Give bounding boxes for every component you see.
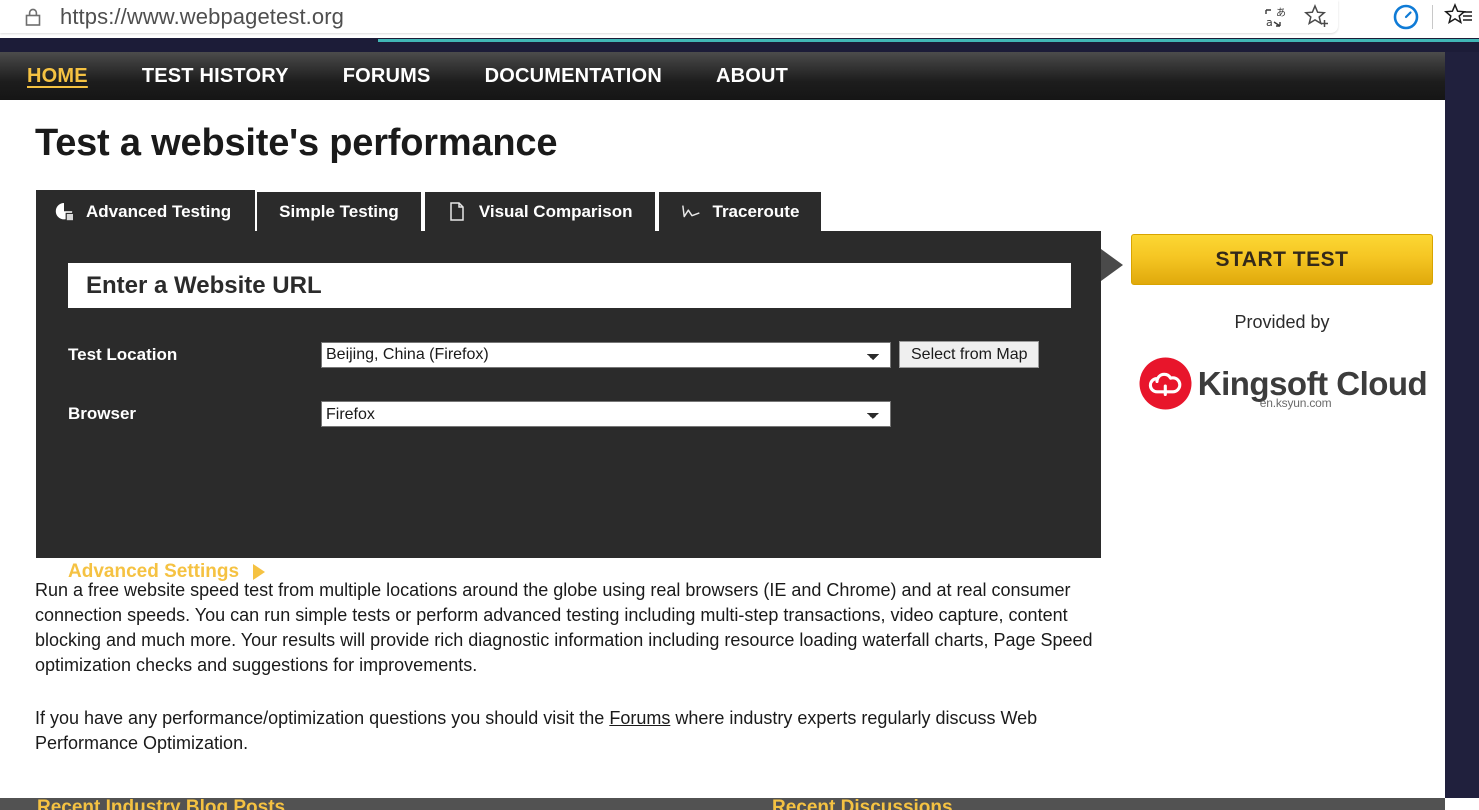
- select-from-map-button[interactable]: Select from Map: [899, 341, 1039, 368]
- paragraph2-before: If you have any performance/optimization…: [35, 708, 609, 728]
- test-location-row: Test Location Beijing, China (Firefox) S…: [68, 341, 1039, 368]
- tab-simple-testing[interactable]: Simple Testing: [255, 190, 423, 231]
- nav-item-about[interactable]: ABOUT: [715, 63, 789, 90]
- testing-mode-tabs: Advanced Testing Simple Testing Visual C…: [36, 190, 823, 231]
- tab-label: Advanced Testing: [86, 202, 231, 222]
- browser-label: Browser: [68, 404, 321, 424]
- svg-text:あ: あ: [1276, 7, 1286, 19]
- recent-discussions-heading: Recent Discussions: [772, 798, 953, 810]
- toolbar-divider: [1432, 5, 1433, 29]
- nav-item-test-history[interactable]: TEST HISTORY: [141, 63, 290, 90]
- main-navigation: HOME TEST HISTORY FORUMS DOCUMENTATION A…: [0, 52, 1479, 100]
- test-location-label: Test Location: [68, 345, 321, 365]
- tab-label: Traceroute: [713, 202, 800, 222]
- intro-copy: Run a free website speed test from multi…: [35, 578, 1103, 784]
- intro-paragraph-1: Run a free website speed test from multi…: [35, 578, 1103, 678]
- website-url-input[interactable]: [68, 263, 1071, 308]
- tab-label: Visual Comparison: [479, 202, 633, 222]
- tab-traceroute[interactable]: Traceroute: [657, 190, 824, 231]
- browser-row: Browser Firefox: [68, 401, 891, 427]
- page-title: Test a website's performance: [35, 122, 557, 165]
- bottom-sections-bar: Recent Industry Blog Posts Recent Discus…: [0, 798, 1445, 810]
- omnibox-icon-group: a あ: [1258, 0, 1338, 33]
- tab-label: Simple Testing: [279, 202, 399, 222]
- nav-item-documentation[interactable]: DOCUMENTATION: [484, 63, 663, 90]
- tab-visual-comparison[interactable]: Visual Comparison: [423, 190, 657, 231]
- kingsoft-cloud-mark-icon: [1137, 355, 1194, 412]
- trace-line-icon: [681, 201, 703, 223]
- test-configuration-panel: Test Location Beijing, China (Firefox) S…: [36, 231, 1101, 558]
- documents-icon: [447, 201, 469, 223]
- browser-chrome: https://www.webpagetest.org a あ: [0, 0, 1479, 38]
- translate-icon[interactable]: a あ: [1258, 0, 1298, 33]
- sponsor-url: en.ksyun.com: [1260, 396, 1332, 410]
- url-text: https://www.webpagetest.org: [60, 4, 344, 30]
- test-location-select[interactable]: Beijing, China (Firefox): [321, 342, 891, 368]
- forums-link[interactable]: Forums: [609, 708, 670, 728]
- browser-select[interactable]: Firefox: [321, 401, 891, 427]
- browser-toolbar-icons: [1386, 0, 1479, 33]
- pie-chart-icon: [54, 201, 76, 223]
- kingsoft-cloud-wordmark: Kingsoft Cloud en.ksyun.com: [1198, 367, 1427, 400]
- nav-item-home[interactable]: HOME: [26, 63, 89, 90]
- lock-icon: [22, 6, 44, 28]
- reading-speed-clock-icon[interactable]: [1386, 0, 1426, 33]
- start-test-button[interactable]: START TEST: [1131, 234, 1433, 285]
- address-bar[interactable]: https://www.webpagetest.org: [0, 0, 1338, 33]
- intro-paragraph-2: If you have any performance/optimization…: [35, 706, 1103, 756]
- page-content: Test a website's performance Advanced Te…: [0, 100, 1445, 810]
- favorites-list-icon[interactable]: [1439, 0, 1479, 33]
- tab-advanced-testing[interactable]: Advanced Testing: [36, 190, 255, 231]
- svg-text:a: a: [1266, 16, 1273, 29]
- nav-item-forums[interactable]: FORUMS: [342, 63, 432, 90]
- teal-accent-line: [378, 39, 1479, 42]
- add-favorite-star-icon[interactable]: [1298, 0, 1338, 33]
- sponsor-logo[interactable]: Kingsoft Cloud en.ksyun.com: [1131, 352, 1433, 414]
- panel-arrow-icon: [1101, 249, 1123, 281]
- recent-blog-posts-heading: Recent Industry Blog Posts: [37, 798, 285, 810]
- right-navy-sidebar: [1445, 52, 1479, 798]
- provided-by-label: Provided by: [1131, 312, 1433, 333]
